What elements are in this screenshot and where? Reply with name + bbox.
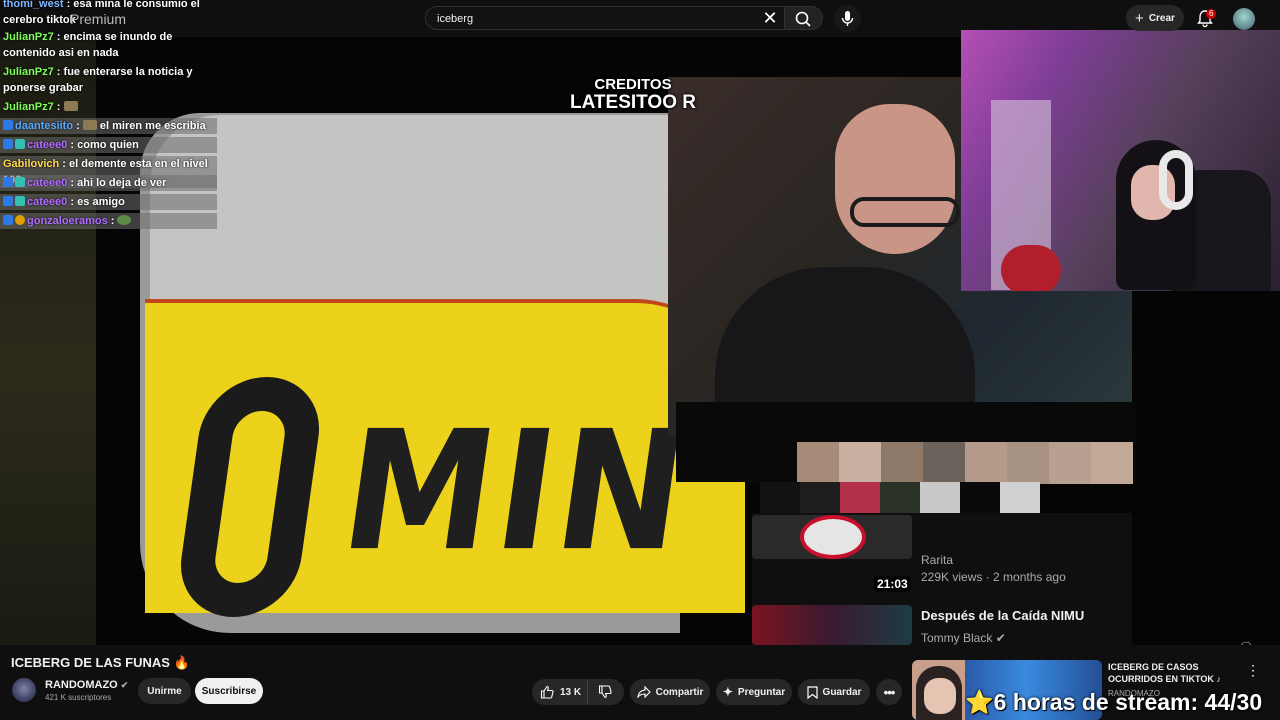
search-button[interactable]	[785, 6, 823, 30]
credits-label: CREDITOS	[594, 76, 672, 93]
chat-message: JulianPz7 :	[0, 99, 217, 115]
chat-message: JulianPz7 : fue enterarse la noticia y p…	[3, 66, 193, 94]
emote-icon	[63, 101, 78, 111]
streamer-glasses	[850, 197, 960, 227]
plus-icon: +	[1135, 9, 1144, 27]
sparkle-icon: ✦	[722, 685, 733, 699]
rec-channel: Rarita	[921, 553, 954, 567]
search-input[interactable]	[435, 7, 759, 31]
chat-message: daantesiito : el miren me escribia	[0, 118, 217, 134]
channel-watermark-icon: ☠	[1238, 639, 1260, 645]
streamer-head	[835, 104, 955, 254]
credits-name: LATESITOO R	[570, 92, 696, 113]
bits-badge-icon	[15, 215, 25, 225]
prime-badge-icon	[3, 139, 13, 149]
pixelated-strip	[797, 442, 1133, 484]
stream-goal-overlay: ⭐6 horas de stream: 44/30	[965, 689, 1263, 715]
more-icon: •••	[883, 684, 896, 700]
mic-icon	[841, 11, 854, 26]
credits-overlay: CREDITOS LATESITOO R	[568, 77, 698, 112]
more-actions-button[interactable]: •••	[876, 679, 902, 705]
video-title: ICEBERG DE LAS FUNAS 🔥	[11, 655, 190, 670]
prime-badge-icon	[3, 215, 13, 225]
rec-thumbnail	[752, 515, 912, 559]
voice-search-button[interactable]	[834, 5, 861, 32]
rec-meta: 229K views · 2 months ago	[921, 570, 1066, 584]
sidebar-rec-menu-icon[interactable]: ⋮	[1246, 662, 1260, 678]
guest-headset	[1159, 150, 1193, 210]
rec-duration: 21:03	[874, 576, 911, 592]
search-icon	[795, 11, 811, 27]
rec-channel: Tommy Black ✔	[921, 631, 1006, 645]
sub-badge-icon	[15, 177, 25, 187]
share-icon	[636, 686, 651, 698]
channel-name[interactable]: RANDOMAZO ✔	[45, 679, 128, 691]
prime-badge-icon	[3, 120, 13, 130]
save-button[interactable]: Guardar	[798, 679, 870, 705]
thumbnail-face	[924, 678, 956, 714]
like-dislike-group: 13 K	[532, 679, 624, 705]
emote-icon	[117, 215, 132, 225]
webcam-plush	[1001, 245, 1061, 291]
chat-message: cateee0 : ahi lo deja de ver	[0, 175, 217, 191]
like-icon	[540, 685, 554, 699]
verified-icon: ✔	[120, 680, 129, 690]
create-button[interactable]: + Crear	[1126, 5, 1184, 31]
subscribe-button[interactable]: Suscribirse	[195, 678, 263, 704]
chat-message: gonzaloeramos :	[0, 213, 217, 229]
sub-badge-icon	[15, 196, 25, 206]
rec-thumbnail	[752, 605, 912, 645]
embedded-rec-list: 21:03 Rarita 229K views · 2 months ago D…	[752, 513, 1132, 645]
bookmark-icon	[806, 685, 818, 699]
emote-icon	[82, 120, 97, 130]
channel-avatar[interactable]	[12, 678, 36, 702]
prime-badge-icon	[3, 196, 13, 206]
verified-icon: ✔	[995, 631, 1006, 645]
clear-search-icon[interactable]: ✕	[760, 8, 780, 28]
masthead: Premium ✕ +Crear 6	[0, 0, 1280, 37]
join-button[interactable]: Unirme	[138, 678, 191, 704]
guest-webcam	[961, 30, 1280, 291]
sub-badge-icon	[15, 139, 25, 149]
dislike-button[interactable]	[588, 679, 622, 705]
chat-message: cateee0 : como quien	[0, 137, 217, 153]
youtube-premium-logo[interactable]: Premium	[70, 11, 126, 27]
rec-title: Después de la Caída NIMU	[921, 608, 1085, 623]
like-button[interactable]: 13 K	[532, 679, 588, 705]
sidebar-rec-title[interactable]: ICEBERG DE CASOS OCURRIDOS EN TIKTOK ♪	[1108, 661, 1248, 685]
chat-message: cateee0 : es amigo	[0, 194, 217, 210]
prime-badge-icon	[3, 177, 13, 187]
share-button[interactable]: Compartir	[630, 679, 710, 705]
dislike-icon	[598, 685, 612, 699]
subscriber-count: 421 K suscriptores	[45, 693, 112, 702]
video-scene-min-text: MIN	[331, 396, 702, 588]
ask-button[interactable]: ✦ Preguntar	[716, 679, 792, 705]
pixelated-strip-lower	[760, 482, 1040, 514]
no-sign-icon	[800, 515, 866, 559]
account-avatar[interactable]	[1233, 8, 1255, 30]
search-box[interactable]	[425, 6, 785, 31]
